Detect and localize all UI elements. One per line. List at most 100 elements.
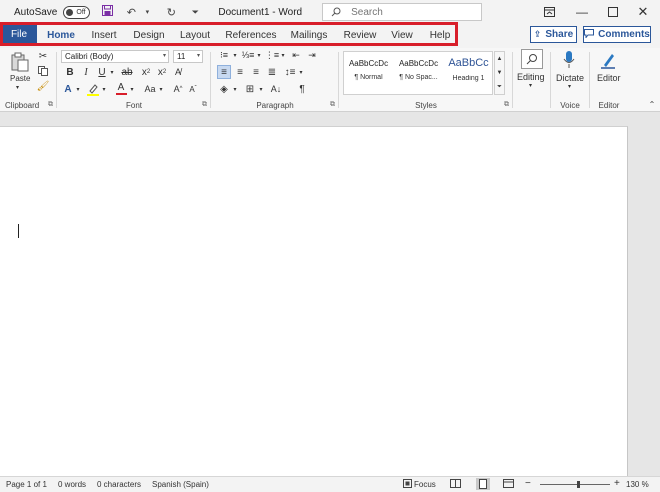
paste-dropdown-icon[interactable]: ▾ (16, 84, 19, 91)
format-painter-icon[interactable]: 🖌 (37, 80, 50, 92)
tab-layout[interactable]: Layout (176, 27, 214, 45)
shrink-font-icon[interactable]: Aˇ (187, 82, 199, 96)
tab-review[interactable]: Review (340, 27, 380, 45)
more-styles-icon[interactable]: ⏷ (495, 80, 504, 94)
minimize-icon[interactable]: — (565, 0, 599, 24)
language-indicator[interactable]: Spanish (Spain) (152, 480, 209, 489)
style-heading-1[interactable]: AaBbCc Heading 1 (444, 52, 493, 94)
strikethrough-icon[interactable]: ab (120, 66, 134, 78)
multilevel-dropdown-icon[interactable]: ▾ (279, 49, 287, 61)
change-case-icon[interactable]: Aa (142, 82, 158, 96)
line-spacing-icon[interactable]: ↕≡ (283, 65, 297, 79)
document-area[interactable] (0, 113, 660, 476)
tab-mailings[interactable]: Mailings (287, 27, 331, 45)
focus-label[interactable]: Focus (414, 480, 436, 489)
clipboard-launcher-icon[interactable]: ⧉ (48, 101, 53, 109)
shading-dropdown-icon[interactable]: ▾ (231, 82, 239, 96)
subscript-icon[interactable]: x2 (140, 66, 152, 78)
tab-insert[interactable]: Insert (86, 27, 122, 45)
styles-launcher-icon[interactable]: ⧉ (504, 101, 509, 109)
copy-icon[interactable] (37, 65, 49, 77)
zoom-out-icon[interactable]: − (525, 478, 531, 489)
show-formatting-marks-icon[interactable]: ¶ (295, 82, 309, 96)
italic-icon[interactable]: I (80, 66, 92, 78)
read-mode-icon[interactable] (450, 479, 461, 490)
font-color-dropdown-icon[interactable]: ▾ (128, 82, 136, 96)
clear-formatting-icon[interactable]: A̸ (172, 66, 184, 78)
numbering-dropdown-icon[interactable]: ▾ (255, 49, 263, 61)
cut-icon[interactable]: ✂ (37, 50, 49, 62)
editor-button-label[interactable]: Editor (597, 73, 621, 83)
paste-icon[interactable] (8, 51, 32, 73)
search-box[interactable] (322, 3, 483, 21)
tab-references[interactable]: References (224, 27, 278, 45)
line-spacing-dropdown-icon[interactable]: ▾ (297, 65, 305, 79)
share-button[interactable]: ⇪ Share (530, 26, 577, 43)
underline-dropdown-icon[interactable]: ▾ (108, 66, 116, 78)
highlight-dropdown-icon[interactable]: ▾ (100, 82, 108, 96)
microphone-icon[interactable] (562, 49, 576, 71)
dictate-label[interactable]: Dictate (556, 73, 584, 83)
comments-button[interactable]: Comments (583, 26, 651, 43)
zoom-level[interactable]: 130 % (626, 480, 649, 489)
highlight-color-icon[interactable] (86, 82, 100, 96)
undo-icon[interactable]: ↶ (124, 6, 138, 19)
autosave-toggle[interactable]: Off (63, 5, 91, 19)
redo-icon[interactable]: ↻ (164, 6, 178, 19)
style-normal[interactable]: AaBbCcDc ¶ Normal (344, 52, 393, 94)
dictate-dropdown-icon[interactable]: ▾ (568, 83, 571, 90)
increase-indent-icon[interactable]: ⇥ (305, 49, 319, 61)
text-effects-dropdown-icon[interactable]: ▾ (74, 82, 82, 96)
tab-home[interactable]: Home (44, 27, 78, 46)
sort-icon[interactable]: A↓ (269, 82, 283, 96)
shading-icon[interactable]: ◈ (217, 82, 231, 96)
scroll-up-icon[interactable]: ▲ (495, 52, 504, 66)
word-count[interactable]: 0 words (58, 480, 86, 489)
tab-help[interactable]: Help (424, 27, 456, 45)
align-right-icon[interactable]: ≡ (249, 65, 263, 79)
font-launcher-icon[interactable]: ⧉ (202, 101, 207, 109)
bold-icon[interactable]: B (64, 66, 76, 78)
focus-icon[interactable] (403, 479, 412, 490)
page-count[interactable]: Page 1 of 1 (6, 480, 47, 489)
paste-label[interactable]: Paste (10, 74, 30, 83)
web-layout-icon[interactable] (503, 479, 514, 490)
font-color-icon[interactable]: A (114, 82, 128, 96)
character-count[interactable]: 0 characters (97, 480, 141, 489)
superscript-icon[interactable]: x2 (156, 66, 168, 78)
justify-icon[interactable]: ≣ (265, 65, 279, 79)
borders-dropdown-icon[interactable]: ▾ (257, 82, 265, 96)
paragraph-launcher-icon[interactable]: ⧉ (330, 101, 335, 109)
document-page[interactable] (0, 126, 628, 476)
font-name-select[interactable]: Calibri (Body) ▾ (61, 50, 169, 63)
search-input[interactable] (351, 6, 462, 18)
multilevel-list-icon[interactable]: ⋮≡ (265, 49, 279, 61)
align-left-icon[interactable]: ≡ (217, 65, 231, 79)
change-case-dropdown-icon[interactable]: ▾ (157, 82, 165, 96)
scroll-down-icon[interactable]: ▼ (495, 66, 504, 80)
editing-group[interactable]: Editing ▾ (514, 48, 550, 112)
tab-file[interactable]: File (1, 25, 37, 45)
editor-icon[interactable] (599, 49, 617, 71)
print-layout-icon[interactable] (476, 478, 490, 490)
customize-qat-icon[interactable]: ⏷ (188, 7, 202, 18)
underline-icon[interactable]: U (96, 66, 108, 78)
font-size-select[interactable]: 11 ▾ (173, 50, 203, 63)
ribbon-display-options-icon[interactable] (532, 0, 566, 24)
close-icon[interactable]: ✕ (626, 0, 660, 24)
maximize-icon[interactable] (596, 0, 630, 24)
save-icon[interactable] (100, 5, 114, 19)
borders-icon[interactable]: ⊞ (243, 82, 257, 96)
decrease-indent-icon[interactable]: ⇤ (289, 49, 303, 61)
grow-font-icon[interactable]: A ^ (172, 82, 184, 96)
style-no-spacing[interactable]: AaBbCcDc ¶ No Spac... (394, 52, 443, 94)
zoom-slider[interactable] (540, 481, 610, 488)
collapse-ribbon-icon[interactable]: ⌃ (646, 98, 658, 110)
tab-view[interactable]: View (388, 27, 416, 45)
zoom-slider-thumb[interactable] (576, 481, 580, 488)
bullets-icon[interactable]: ⁝≡ (217, 49, 231, 61)
text-effects-icon[interactable]: A (61, 82, 75, 96)
bullets-dropdown-icon[interactable]: ▾ (231, 49, 239, 61)
align-center-icon[interactable]: ≡ (233, 65, 247, 79)
zoom-in-icon[interactable]: + (614, 478, 620, 489)
